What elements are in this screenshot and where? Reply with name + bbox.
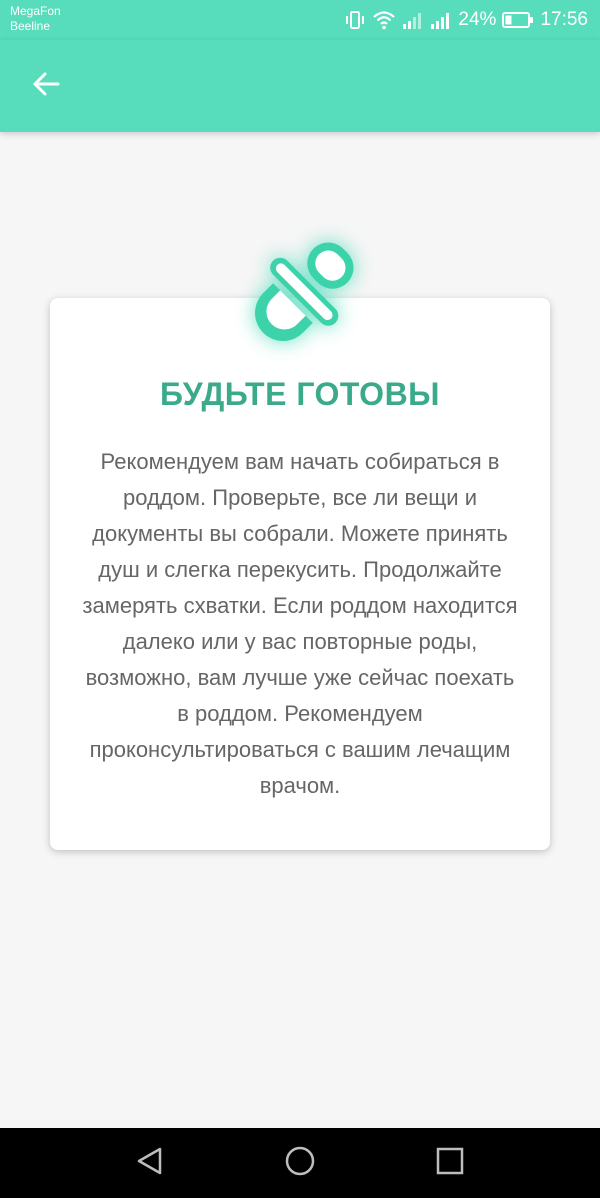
battery-percent: 24% xyxy=(458,9,497,30)
wifi-icon xyxy=(372,10,396,30)
clock: 17:56 xyxy=(540,9,588,30)
pacifier-icon xyxy=(226,222,374,370)
navigation-bar xyxy=(0,1128,600,1198)
nav-back-button[interactable] xyxy=(130,1143,170,1183)
card-text: Рекомендуем вам начать собираться в родд… xyxy=(82,449,518,798)
card-title: БУДЬТЕ ГОТОВЫ xyxy=(159,376,440,412)
status-icons: 24% 17:56 xyxy=(344,6,588,34)
nav-home-button[interactable] xyxy=(280,1143,320,1183)
nav-home-icon xyxy=(284,1145,316,1182)
carrier-1: MegaFon xyxy=(10,4,61,18)
app-bar xyxy=(0,40,600,132)
signal-icon-1 xyxy=(402,11,424,29)
carrier-names: MegaFon Beeline xyxy=(10,4,61,34)
status-bar: MegaFon Beeline 24% 17:56 xyxy=(0,0,600,40)
carrier-2: Beeline xyxy=(10,19,51,33)
arrow-left-icon xyxy=(31,69,61,104)
nav-back-icon xyxy=(135,1146,165,1181)
back-button[interactable] xyxy=(22,62,70,110)
battery-icon xyxy=(502,11,534,29)
signal-icon-2 xyxy=(430,11,452,29)
screen: MegaFon Beeline 24% 17:56 БУДЬТЕ ГОТОВЫ … xyxy=(0,0,600,1198)
info-card: БУДЬТЕ ГОТОВЫ Рекомендуем вам начать соб… xyxy=(50,298,550,850)
nav-recents-icon xyxy=(435,1146,465,1181)
vibrate-icon xyxy=(344,10,366,30)
nav-recents-button[interactable] xyxy=(430,1143,470,1183)
